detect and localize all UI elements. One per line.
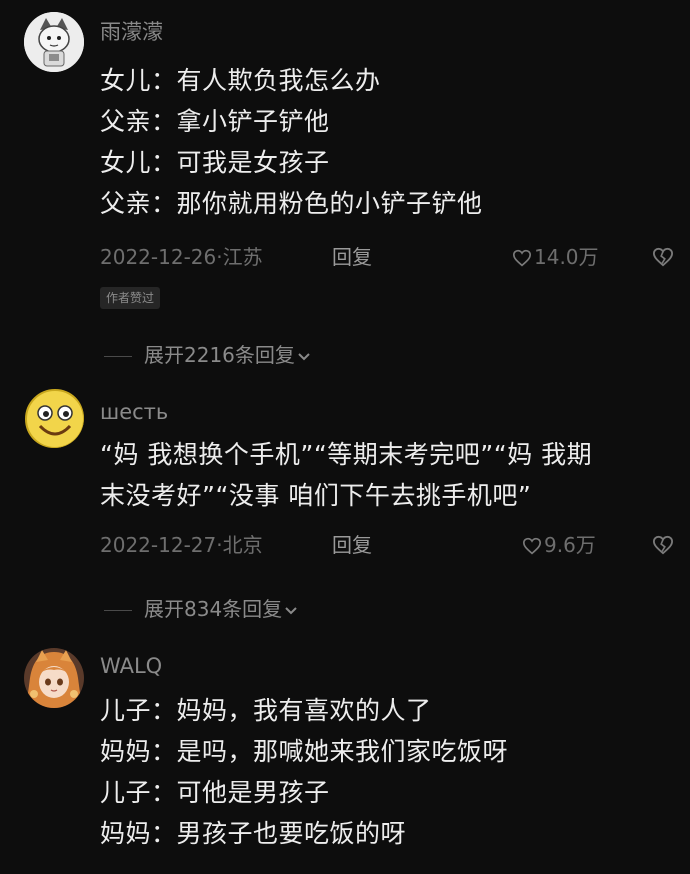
comment-item: WALQ 儿子：妈妈，我有喜欢的人了 妈妈：是吗，那喊她来我们家吃饭呀 儿子：可… <box>0 640 690 874</box>
comment-item: 雨濛濛 女儿：有人欺负我怎么办 父亲：拿小铲子铲他 女儿：可我是女孩子 父亲：那… <box>0 0 690 330</box>
comment-line: 末没考好”“没事 咱们下午去挑手机吧” <box>100 481 532 510</box>
comment-line: 女儿：可我是女孩子 <box>100 148 330 177</box>
comment-line: 父亲：那你就用粉色的小铲子铲他 <box>100 189 483 218</box>
expand-replies-button[interactable]: 展开834条回复 <box>104 594 298 624</box>
reply-button[interactable]: 回复 <box>332 242 372 272</box>
username[interactable]: шесть <box>100 400 168 424</box>
comment-text: “妈 我想换个手机”“等期末考完吧”“妈 我期 末没考好”“没事 咱们下午去挑手… <box>100 434 660 516</box>
expand-replies-button[interactable]: 展开2216条回复 <box>104 340 311 370</box>
comment-meta: 2022-12-26·江苏 回复 14.0万 <box>100 242 690 272</box>
avatar[interactable] <box>24 12 84 72</box>
chevron-down-icon <box>285 606 297 614</box>
author-liked-badge: 作者赞过 <box>100 287 161 309</box>
reply-button[interactable]: 回复 <box>332 530 372 560</box>
expand-label: 展开834条回复 <box>144 597 283 621</box>
date-location: 2022-12-27·北京 <box>100 533 263 557</box>
dislike-button[interactable] <box>652 245 674 275</box>
avatar[interactable] <box>24 648 84 708</box>
username[interactable]: WALQ <box>100 654 162 678</box>
comment-text: 女儿：有人欺负我怎么办 父亲：拿小铲子铲他 女儿：可我是女孩子 父亲：那你就用粉… <box>100 60 660 224</box>
comment-meta: 2022-12-27·北京 回复 9.6万 <box>100 530 690 560</box>
heart-outline-icon <box>512 249 532 267</box>
dislike-button[interactable] <box>652 533 674 563</box>
avatar[interactable] <box>24 388 84 448</box>
expand-label: 展开2216条回复 <box>144 343 295 367</box>
broken-heart-icon <box>652 535 674 555</box>
heart-outline-icon <box>522 537 542 555</box>
date-location: 2022-12-26·江苏 <box>100 245 263 269</box>
like-button[interactable]: 9.6万 <box>522 530 596 560</box>
like-count: 9.6万 <box>544 533 596 557</box>
like-count: 14.0万 <box>534 245 599 269</box>
username[interactable]: 雨濛濛 <box>100 20 163 44</box>
comment-line: 父亲：拿小铲子铲他 <box>100 107 330 136</box>
comment-item: шесть “妈 我想换个手机”“等期末考完吧”“妈 我期 末没考好”“没事 咱… <box>0 380 690 580</box>
comment-line: 妈妈：是吗，那喊她来我们家吃饭呀 <box>100 737 509 766</box>
chevron-down-icon <box>298 352 310 360</box>
comment-line: “妈 我想换个手机”“等期末考完吧”“妈 我期 <box>100 440 593 469</box>
comment-line: 女儿：有人欺负我怎么办 <box>100 66 381 95</box>
comment-line: 儿子：可他是男孩子 <box>100 778 330 807</box>
broken-heart-icon <box>652 247 674 267</box>
smiley-face-icon <box>25 389 84 448</box>
divider <box>104 356 132 357</box>
like-button[interactable]: 14.0万 <box>512 242 599 272</box>
divider <box>104 610 132 611</box>
comment-line: 儿子：妈妈，我有喜欢的人了 <box>100 696 432 725</box>
comment-line: 妈妈：男孩子也要吃饭的呀 <box>100 819 407 848</box>
anime-girl-icon <box>24 648 84 708</box>
comment-text: 儿子：妈妈，我有喜欢的人了 妈妈：是吗，那喊她来我们家吃饭呀 儿子：可他是男孩子… <box>100 690 660 854</box>
cartoon-character-icon <box>24 12 84 72</box>
